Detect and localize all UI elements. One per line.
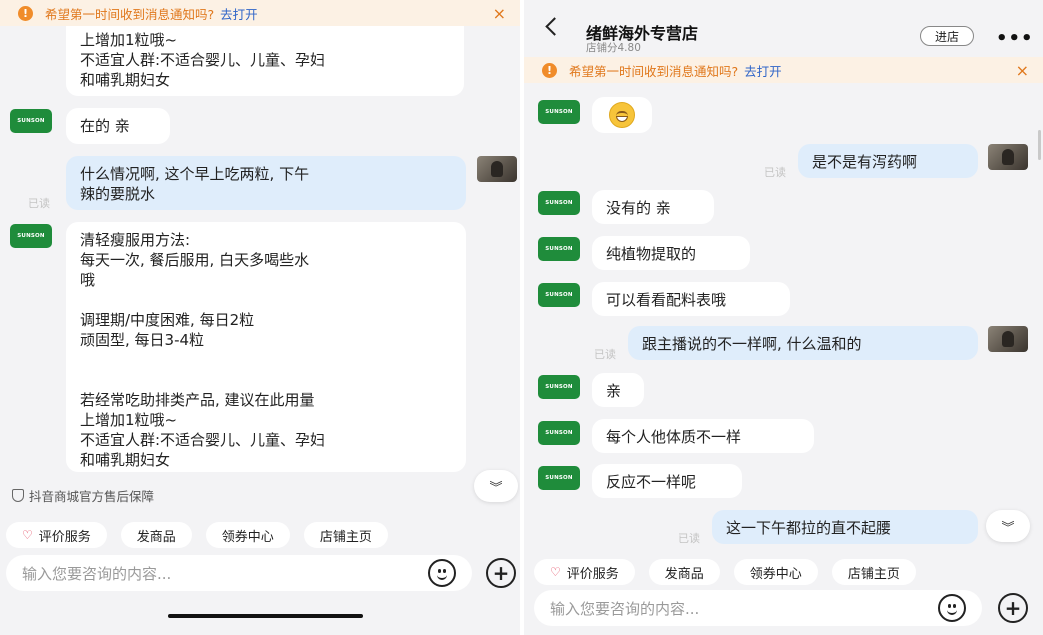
message-bubble-shop: 在的 亲 (66, 108, 170, 144)
heart-icon: ♡ (550, 565, 561, 579)
quick-action-coupons[interactable]: 领券中心 (733, 559, 818, 585)
chevron-down-icon: ︾ (489, 480, 503, 496)
more-icon[interactable]: ••• (996, 28, 1034, 49)
warning-icon: ! (542, 62, 557, 78)
after-sales-guarantee[interactable]: 抖音商城官方售后保障 (12, 486, 154, 505)
message-bubble-shop: 反应不一样呢 (592, 464, 742, 498)
emoji-icon[interactable] (938, 594, 966, 622)
shield-icon (12, 489, 24, 502)
message-bubble-shop: 每个人他体质不一样 (592, 419, 814, 453)
chat-header: 绪鲜海外专营店 店铺分4.80 进店 ••• (524, 0, 1043, 58)
message-bubble-shop: 亲 (592, 373, 644, 407)
shop-avatar: SUNSON (538, 421, 580, 445)
plus-icon[interactable]: + (486, 558, 516, 588)
shop-avatar: SUNSON (538, 283, 580, 307)
shop-avatar: SUNSON (538, 466, 580, 490)
quick-action-review[interactable]: ♡ 评价服务 (6, 522, 107, 548)
smile-emoji-icon (609, 102, 635, 128)
emoji-icon[interactable] (428, 559, 456, 587)
shop-avatar: SUNSON (538, 100, 580, 124)
notice-text: 希望第一时间收到消息通知吗? (45, 6, 215, 22)
message-bubble-shop: 可以看看配料表哦 (592, 282, 790, 316)
shop-avatar: SUNSON (538, 191, 580, 215)
shop-avatar: SUNSON (538, 237, 580, 261)
quick-action-label: 店铺主页 (847, 566, 900, 582)
quick-action-label: 领券中心 (221, 529, 274, 545)
scroll-down-button[interactable]: ︾ (474, 470, 518, 502)
quick-actions: ♡ 评价服务 发商品 领券中心 店铺主页 (534, 559, 916, 585)
shop-avatar: SUNSON (10, 109, 52, 133)
chevron-down-icon: ︾ (1001, 520, 1015, 536)
quick-action-coupons[interactable]: 领券中心 (205, 522, 290, 548)
message-input[interactable]: 输入您要咨询的内容... (534, 590, 982, 626)
shop-avatar: SUNSON (538, 375, 580, 399)
notification-banner[interactable]: ! 希望第一时间收到消息通知吗? 去打开 × (524, 57, 1043, 83)
message-bubble-shop: 上增加1粒哦~ 不适宜人群:不适合婴儿、儿童、孕妇 和哺乳期妇女 (66, 26, 464, 96)
user-avatar (477, 156, 517, 182)
close-icon[interactable]: × (493, 4, 506, 23)
read-receipt: 已读 (678, 532, 700, 545)
quick-action-shop-home[interactable]: 店铺主页 (303, 522, 388, 548)
right-chat-screenshot: 绪鲜海外专营店 店铺分4.80 进店 ••• ! 希望第一时间收到消息通知吗? … (524, 0, 1043, 635)
message-bubble-user: 跟主播说的不一样啊, 什么温和的 (628, 326, 978, 360)
notification-banner[interactable]: ! 希望第一时间收到消息通知吗? 去打开 × (0, 0, 520, 26)
notice-text: 希望第一时间收到消息通知吗? (569, 63, 739, 79)
message-bubble-shop: 清轻瘦服用方法: 每天一次, 餐后服用, 白天多喝些水 哦 调理期/中度困难, … (66, 222, 466, 472)
quick-actions: ♡ 评价服务 发商品 领券中心 店铺主页 (6, 522, 388, 548)
left-chat-screenshot: ! 希望第一时间收到消息通知吗? 去打开 × 上增加1粒哦~ 不适宜人群:不适合… (0, 0, 520, 635)
quick-action-label: 店铺主页 (319, 529, 372, 545)
guarantee-label: 抖音商城官方售后保障 (29, 489, 155, 504)
quick-action-label: 评价服务 (566, 566, 619, 582)
scrollbar[interactable] (1038, 130, 1041, 160)
notice-open-link[interactable]: 去打开 (220, 4, 258, 23)
read-receipt: 已读 (764, 166, 786, 179)
read-receipt: 已读 (594, 348, 616, 361)
message-bubble-user: 什么情况啊, 这个早上吃两粒, 下午 辣的要脱水 (66, 156, 466, 210)
quick-action-label: 领券中心 (749, 566, 802, 582)
message-bubble-user: 是不是有泻药啊 (798, 144, 978, 178)
quick-action-shop-home[interactable]: 店铺主页 (831, 559, 916, 585)
quick-action-label: 发商品 (664, 566, 704, 582)
close-icon[interactable]: × (1016, 61, 1029, 80)
enter-shop-button[interactable]: 进店 (920, 26, 974, 46)
plus-icon[interactable]: + (998, 593, 1028, 623)
quick-action-send-product[interactable]: 发商品 (648, 559, 720, 585)
user-avatar (988, 144, 1028, 170)
message-input[interactable]: 输入您要咨询的内容... (6, 555, 472, 591)
back-icon[interactable] (545, 17, 564, 36)
quick-action-label: 评价服务 (38, 529, 91, 545)
message-bubble-shop: 没有的 亲 (592, 190, 714, 224)
user-avatar (988, 326, 1028, 352)
home-indicator (168, 614, 363, 618)
shop-score: 店铺分4.80 (586, 42, 641, 54)
message-bubble-user: 这一下午都拉的直不起腰 (712, 510, 978, 544)
shop-avatar: SUNSON (10, 224, 52, 248)
message-bubble-shop: 纯植物提取的 (592, 236, 750, 270)
warning-icon: ! (18, 5, 33, 21)
heart-icon: ♡ (22, 528, 33, 542)
quick-action-label: 发商品 (136, 529, 176, 545)
notice-open-link[interactable]: 去打开 (744, 61, 782, 80)
quick-action-review[interactable]: ♡ 评价服务 (534, 559, 635, 585)
scroll-down-button[interactable]: ︾ (986, 510, 1030, 542)
message-bubble-shop (592, 97, 652, 133)
quick-action-send-product[interactable]: 发商品 (120, 522, 192, 548)
read-receipt: 已读 (28, 197, 50, 210)
